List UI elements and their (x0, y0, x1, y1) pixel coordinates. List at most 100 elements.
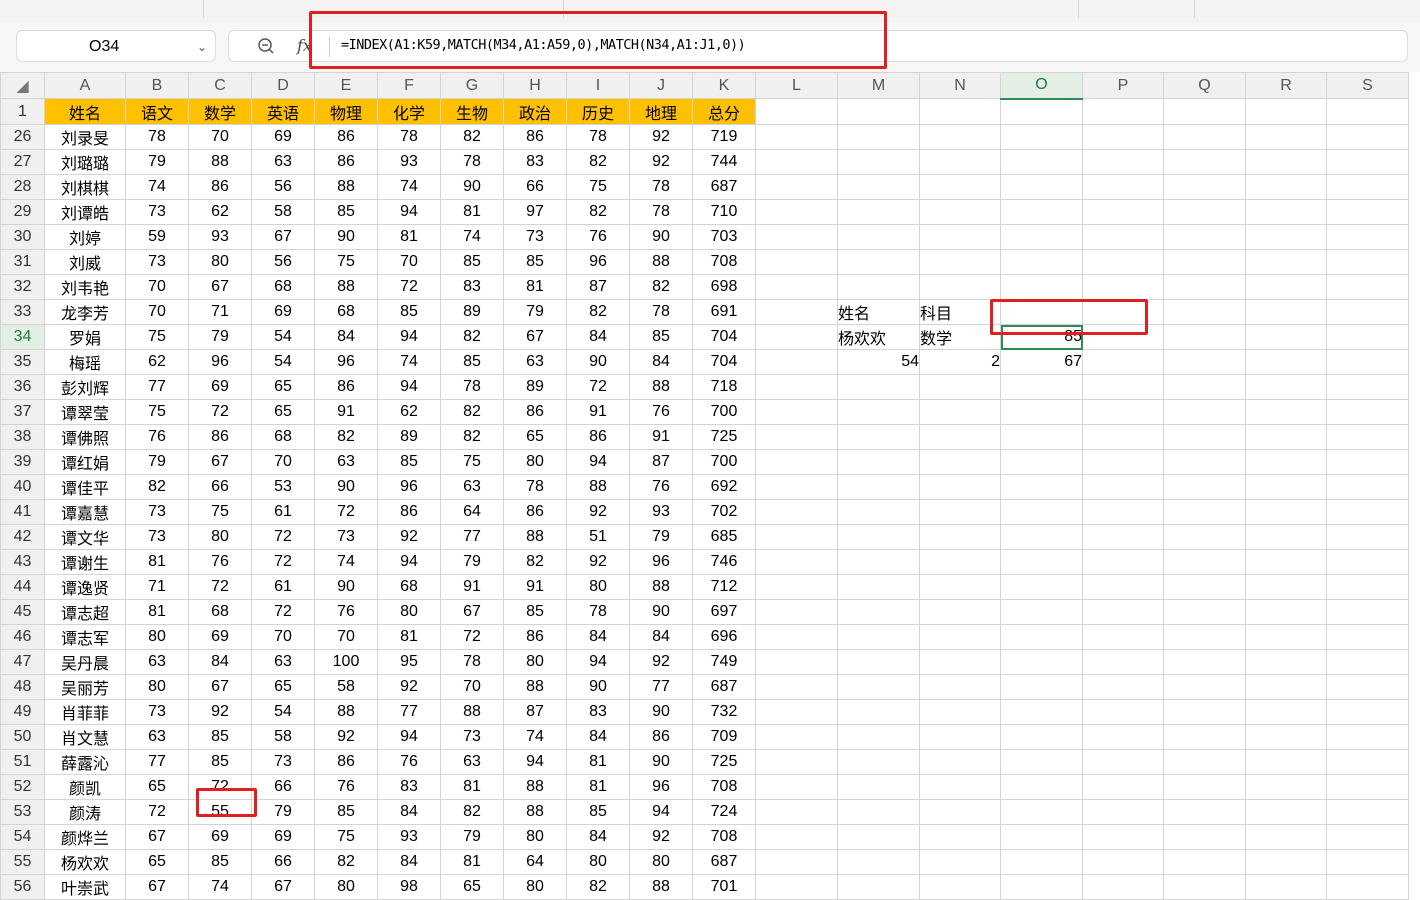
cell[interactable] (1163, 824, 1246, 850)
cell[interactable] (919, 449, 1001, 475)
row-header[interactable]: 26 (0, 124, 45, 150)
cell[interactable] (755, 599, 838, 625)
score-cell[interactable]: 77 (377, 699, 441, 725)
score-cell[interactable]: 700 (692, 399, 756, 425)
score-cell[interactable]: 61 (251, 499, 315, 525)
cell[interactable] (755, 324, 838, 350)
score-cell[interactable]: 65 (125, 849, 189, 875)
score-cell[interactable]: 88 (314, 699, 378, 725)
cell[interactable] (755, 349, 838, 375)
select-all-corner[interactable]: ◢ (0, 72, 45, 99)
score-cell[interactable]: 76 (629, 399, 693, 425)
cell[interactable] (755, 124, 838, 150)
score-cell[interactable]: 72 (566, 374, 630, 400)
cell[interactable] (1000, 98, 1083, 125)
cell[interactable] (1000, 674, 1083, 700)
score-cell[interactable]: 72 (188, 574, 252, 600)
cell[interactable] (1163, 649, 1246, 675)
cell[interactable] (1082, 399, 1164, 425)
cell[interactable] (919, 549, 1001, 575)
score-cell[interactable]: 94 (377, 199, 441, 225)
cell[interactable] (1163, 199, 1246, 225)
cell[interactable] (1000, 174, 1083, 200)
cell[interactable] (1326, 324, 1409, 350)
cell[interactable] (755, 274, 838, 300)
cell[interactable] (1082, 774, 1164, 800)
score-cell[interactable]: 92 (566, 499, 630, 525)
score-cell[interactable]: 83 (440, 274, 504, 300)
score-cell[interactable]: 96 (314, 349, 378, 375)
score-cell[interactable]: 58 (251, 724, 315, 750)
score-cell[interactable]: 81 (125, 549, 189, 575)
cell[interactable] (1245, 674, 1327, 700)
score-cell[interactable]: 85 (314, 199, 378, 225)
cell[interactable] (1000, 149, 1083, 175)
score-cell[interactable]: 712 (692, 574, 756, 600)
score-cell[interactable]: 63 (314, 449, 378, 475)
cell[interactable] (1082, 574, 1164, 600)
score-cell[interactable]: 85 (440, 249, 504, 275)
cell[interactable] (1082, 449, 1164, 475)
cell[interactable] (1245, 124, 1327, 150)
row-header[interactable]: 49 (0, 699, 45, 725)
score-cell[interactable]: 65 (251, 399, 315, 425)
score-cell[interactable]: 86 (566, 424, 630, 450)
row-header[interactable]: 56 (0, 874, 45, 900)
score-cell[interactable]: 92 (377, 524, 441, 550)
cell[interactable] (1326, 699, 1409, 725)
name-cell[interactable]: 罗娟 (44, 324, 126, 350)
score-cell[interactable]: 78 (629, 299, 693, 325)
score-cell[interactable]: 77 (125, 374, 189, 400)
row-header[interactable]: 43 (0, 549, 45, 575)
cell[interactable] (1245, 799, 1327, 825)
score-cell[interactable]: 79 (440, 549, 504, 575)
cell[interactable] (1163, 874, 1246, 900)
header-cell[interactable]: 姓名 (44, 98, 126, 125)
score-cell[interactable]: 93 (377, 824, 441, 850)
score-cell[interactable]: 86 (503, 399, 567, 425)
score-cell[interactable]: 84 (377, 849, 441, 875)
score-cell[interactable]: 82 (566, 149, 630, 175)
cell[interactable] (1326, 524, 1409, 550)
cell[interactable] (837, 374, 920, 400)
name-cell[interactable]: 刘威 (44, 249, 126, 275)
score-cell[interactable]: 88 (503, 799, 567, 825)
row-header[interactable]: 42 (0, 524, 45, 550)
score-cell[interactable]: 709 (692, 724, 756, 750)
column-header-i[interactable]: I (566, 72, 630, 99)
score-cell[interactable]: 81 (566, 749, 630, 775)
cell[interactable] (755, 874, 838, 900)
cell[interactable] (1163, 98, 1246, 125)
score-cell[interactable]: 80 (125, 674, 189, 700)
score-cell[interactable]: 84 (314, 324, 378, 350)
score-cell[interactable]: 94 (566, 449, 630, 475)
score-cell[interactable]: 72 (188, 399, 252, 425)
score-cell[interactable]: 724 (692, 799, 756, 825)
cell[interactable] (755, 199, 838, 225)
score-cell[interactable]: 78 (440, 374, 504, 400)
score-cell[interactable]: 72 (314, 499, 378, 525)
score-cell[interactable]: 74 (314, 549, 378, 575)
cell[interactable] (1245, 649, 1327, 675)
score-cell[interactable]: 68 (377, 574, 441, 600)
cell[interactable] (1163, 524, 1246, 550)
cell[interactable] (1082, 874, 1164, 900)
name-cell[interactable]: 谭逸贤 (44, 574, 126, 600)
score-cell[interactable]: 63 (251, 649, 315, 675)
score-cell[interactable]: 702 (692, 499, 756, 525)
name-cell[interactable]: 肖文慧 (44, 724, 126, 750)
column-header-c[interactable]: C (188, 72, 252, 99)
score-cell[interactable]: 88 (188, 149, 252, 175)
cell[interactable] (755, 574, 838, 600)
score-cell[interactable]: 72 (251, 524, 315, 550)
score-cell[interactable]: 75 (566, 174, 630, 200)
score-cell[interactable]: 93 (629, 499, 693, 525)
score-cell[interactable]: 76 (314, 599, 378, 625)
score-cell[interactable]: 56 (251, 174, 315, 200)
score-cell[interactable]: 73 (125, 524, 189, 550)
header-cell[interactable]: 生物 (440, 98, 504, 125)
cell[interactable] (1082, 549, 1164, 575)
score-cell[interactable]: 65 (440, 874, 504, 900)
score-cell[interactable]: 85 (188, 749, 252, 775)
cell[interactable] (1326, 349, 1409, 375)
